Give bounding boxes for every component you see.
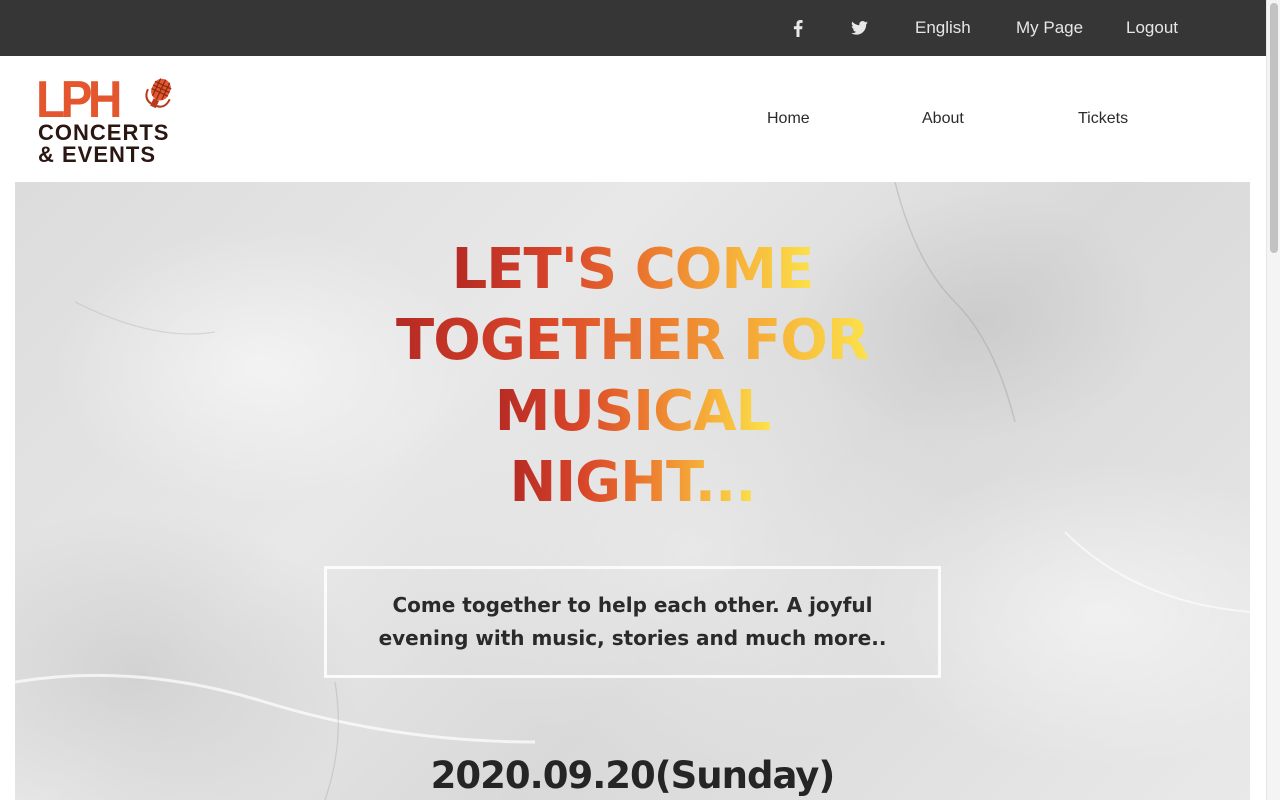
hero-headline: LET'S COME TOGETHER FOR MUSICAL NIGHT... [15,234,1250,518]
nav-tickets[interactable]: Tickets [1078,56,1128,182]
nav-about[interactable]: About [922,56,964,182]
hero-tagline: Come together to help each other. A joyf… [378,593,887,650]
event-date: 2020.09.20(Sunday) [430,754,836,797]
vertical-scrollbar[interactable] [1266,0,1280,800]
site-logo[interactable]: LPH CONCERTS & EVENTS [34,74,180,168]
logo-line-concerts: CONCERTS [38,120,170,145]
tagline-box: Come together to help each other. A joyf… [324,566,941,678]
scrollbar-thumb[interactable] [1270,3,1278,253]
twitter-icon[interactable] [844,0,874,56]
top-bar: English My Page Logout [0,0,1266,56]
logo-line-events: & EVENTS [38,142,157,167]
logo-mark: LPH [36,71,122,129]
headline-line-2: TOGETHER FOR [396,305,870,376]
my-page-link[interactable]: My Page [1016,0,1083,56]
microphone-icon [145,78,172,109]
hero-section: LET'S COME TOGETHER FOR MUSICAL NIGHT...… [15,182,1250,800]
headline-line-1: LET'S COME [452,234,815,305]
site-header: LPH CONCERTS & EVENTS Home About Tickets [0,56,1266,182]
facebook-icon[interactable] [783,0,813,56]
logout-link[interactable]: Logout [1126,0,1178,56]
headline-line-4: NIGHT... [509,447,756,518]
headline-line-3: MUSICAL [495,376,771,447]
nav-home[interactable]: Home [767,56,810,182]
language-link[interactable]: English [915,0,971,56]
